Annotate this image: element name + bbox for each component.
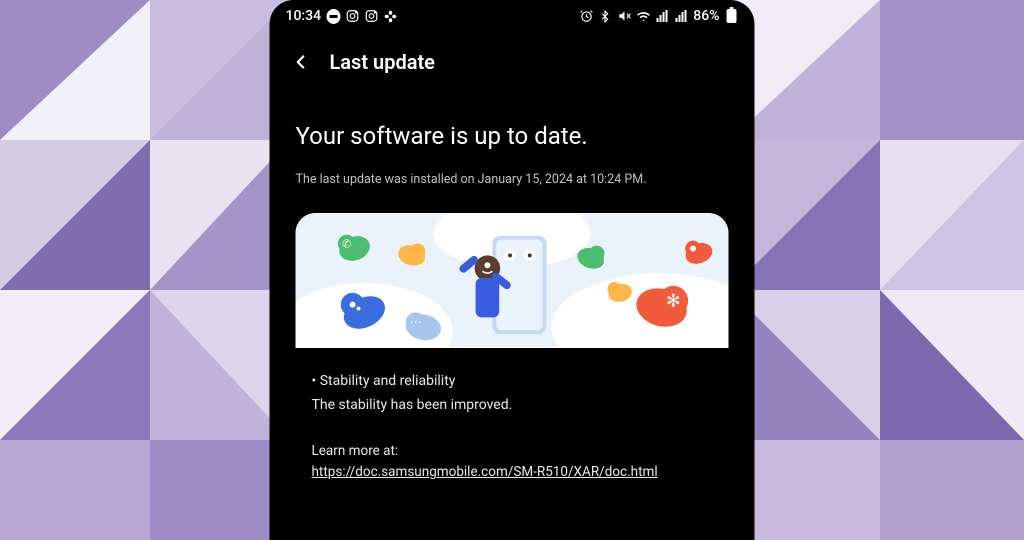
- fan-icon: [383, 9, 397, 23]
- release-note-body: The stability has been improved.: [312, 394, 713, 416]
- page-title: Last update: [330, 50, 435, 74]
- status-time: 10:34: [286, 8, 322, 24]
- instagram-icon: [364, 9, 378, 23]
- learn-more-link[interactable]: https://doc.samsungmobile.com/SM-R510/XA…: [312, 464, 658, 480]
- update-status-subtitle: The last update was installed on January…: [296, 172, 729, 187]
- update-status-title: Your software is up to date.: [296, 122, 729, 150]
- back-button[interactable]: [290, 51, 312, 73]
- battery-icon: [725, 9, 739, 23]
- signal-icon: [674, 9, 688, 23]
- signal-icon: [655, 9, 669, 23]
- battery-percent: 86%: [693, 8, 719, 24]
- alarm-icon: [579, 9, 593, 23]
- svg-text:✆: ✆: [342, 238, 351, 251]
- svg-text:✻: ✻: [666, 292, 681, 312]
- update-illustration: ✆ ⋯ ✻: [296, 213, 729, 348]
- mute-icon: [617, 9, 631, 23]
- instagram-icon: [345, 9, 359, 23]
- bluetooth-icon: [598, 9, 612, 23]
- release-note-heading: • Stability and reliability: [312, 370, 713, 392]
- wifi-icon: [636, 9, 650, 23]
- learn-more-label: Learn more at:: [312, 441, 713, 463]
- content-area: Your software is up to date. The last up…: [270, 84, 755, 540]
- svg-text:⋯: ⋯: [410, 315, 422, 329]
- phone-screen: 10:34: [270, 0, 755, 540]
- dnd-icon: [326, 9, 340, 23]
- page-header: Last update: [270, 28, 755, 84]
- release-notes: • Stability and reliability The stabilit…: [296, 348, 729, 494]
- status-bar: 10:34: [270, 0, 755, 28]
- chevron-left-icon: [290, 51, 312, 73]
